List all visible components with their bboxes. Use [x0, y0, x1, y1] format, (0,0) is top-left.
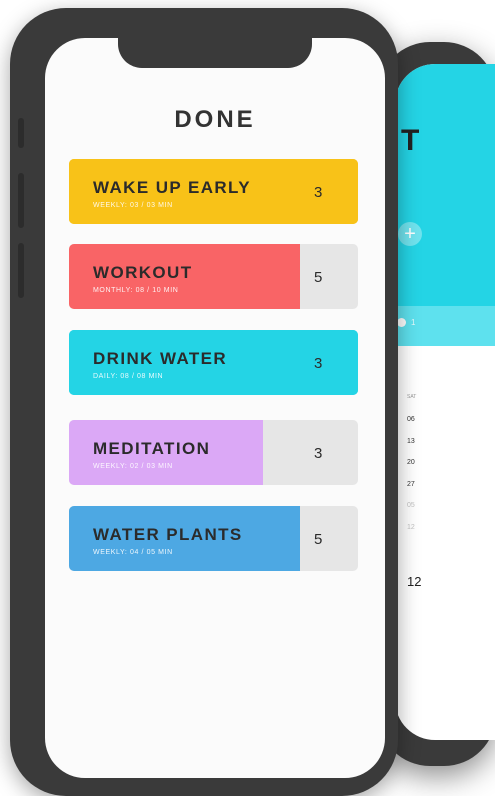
- back-phone-screen: T + 1 SAT 06 13 20 27 05 12 12: [395, 64, 495, 740]
- phone-screen: DONE WAKE UP EARLY WEEKLY: 03 / 03 MIN 3…: [45, 38, 385, 778]
- calendar-weekday-label: SAT: [407, 394, 417, 400]
- back-page-title: T: [401, 124, 420, 157]
- calendar-day[interactable]: 27: [407, 481, 437, 503]
- habit-name: MEDITATION: [93, 439, 211, 458]
- habit-count: 3: [314, 445, 323, 462]
- habit-card-wake-up-early[interactable]: WAKE UP EARLY WEEKLY: 03 / 03 MIN 3: [69, 159, 358, 224]
- habit-subtitle: DAILY: 08 / 08 MIN: [93, 373, 164, 380]
- front-phone-frame: DONE WAKE UP EARLY WEEKLY: 03 / 03 MIN 3…: [10, 8, 398, 796]
- habit-card-meditation[interactable]: MEDITATION WEEKLY: 02 / 03 MIN 3: [69, 420, 358, 485]
- habit-name: WORKOUT: [93, 263, 193, 282]
- habit-count: 3: [314, 355, 323, 372]
- habit-subtitle: WEEKLY: 03 / 03 MIN: [93, 202, 173, 209]
- calendar-day-faded[interactable]: 05: [407, 502, 437, 524]
- calendar-day[interactable]: 20: [407, 459, 437, 481]
- mute-switch: [18, 118, 24, 148]
- habit-subtitle: MONTHLY: 08 / 10 MIN: [93, 287, 179, 294]
- habit-count: 5: [314, 531, 323, 548]
- habit-name: WATER PLANTS: [93, 525, 243, 544]
- habit-subtitle: WEEKLY: 02 / 03 MIN: [93, 463, 173, 470]
- habit-name: DRINK WATER: [93, 349, 228, 368]
- toggle-label: 1: [411, 318, 416, 327]
- calendar-selected-number: 12: [407, 574, 422, 589]
- habit-name: WAKE UP EARLY: [93, 178, 252, 197]
- habit-count: 3: [314, 184, 323, 201]
- toggle-knob[interactable]: [397, 318, 406, 327]
- habit-card-workout[interactable]: WORKOUT MONTHLY: 08 / 10 MIN 5: [69, 244, 358, 309]
- volume-up-button: [18, 173, 24, 228]
- calendar-column-sat: SAT 06 13 20 27 05 12: [407, 394, 437, 545]
- back-header: T +: [395, 64, 495, 306]
- habit-card-water-plants[interactable]: WATER PLANTS WEEKLY: 04 / 05 MIN 5: [69, 506, 358, 571]
- habit-subtitle: WEEKLY: 04 / 05 MIN: [93, 549, 173, 556]
- back-toggle-band: [395, 306, 495, 346]
- calendar-day-faded[interactable]: 12: [407, 524, 437, 546]
- habit-count: 5: [314, 269, 323, 286]
- page-title: DONE: [174, 106, 256, 133]
- plus-icon[interactable]: +: [398, 222, 422, 246]
- calendar-day[interactable]: 13: [407, 438, 437, 460]
- habit-card-drink-water[interactable]: DRINK WATER DAILY: 08 / 08 MIN 3: [69, 330, 358, 395]
- volume-down-button: [18, 243, 24, 298]
- notch: [118, 38, 312, 68]
- calendar-day[interactable]: 06: [407, 416, 437, 438]
